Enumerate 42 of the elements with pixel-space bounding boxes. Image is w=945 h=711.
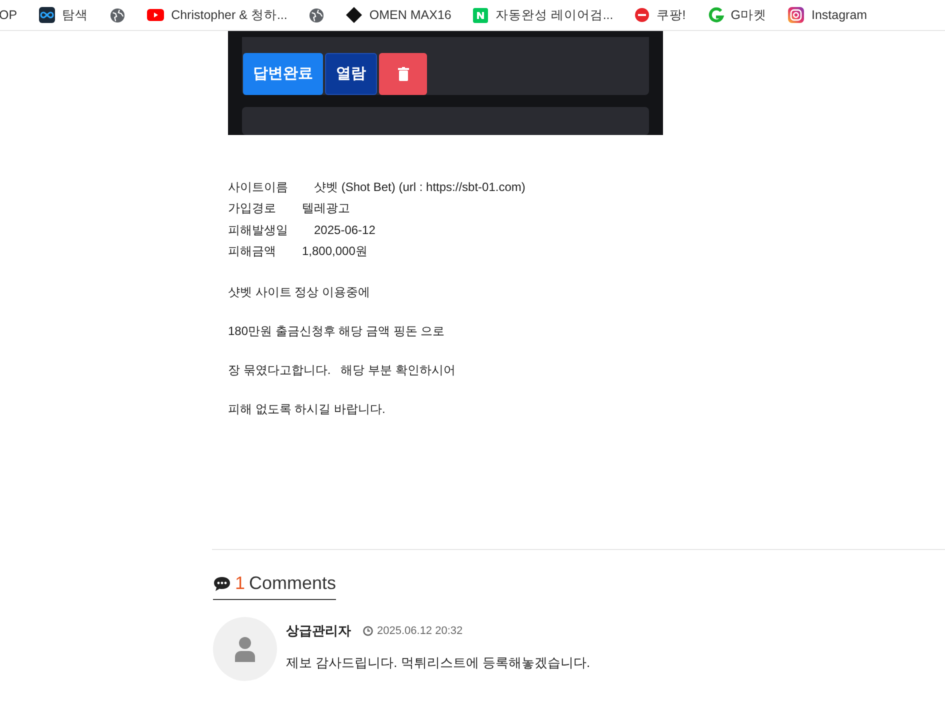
paragraph: 180만원 출금신청후 해당 금액 핑돈 으로: [228, 323, 446, 340]
info-value: 텔레광고: [302, 200, 350, 218]
user-silhouette-icon: [234, 636, 256, 662]
info-value: 1,800,000원: [302, 243, 368, 260]
paragraph: 샷벳 사이트 정상 이용중에: [228, 284, 372, 301]
bookmark[interactable]: [309, 8, 324, 22]
action-button[interactable]: 답변완료: [243, 53, 323, 95]
trash-icon: [398, 67, 408, 81]
bookmark[interactable]: Christopher & 청하...: [147, 6, 288, 24]
dot-icon: [635, 8, 650, 22]
comments-label: Comments: [249, 572, 336, 595]
info-label: 피해발생일: [228, 222, 289, 239]
bookmark[interactable]: Instagram: [788, 6, 868, 24]
paragraph: 피해 없도록 하시길 바랍니다.: [228, 401, 386, 418]
infinity-icon: [39, 7, 56, 23]
info-label: 사이트이름: [228, 178, 289, 196]
info-label: 피해금액: [228, 243, 277, 260]
action-button[interactable]: 열람: [325, 53, 377, 95]
n-logo-icon: [473, 8, 488, 22]
clock-icon: [363, 626, 373, 636]
delete-button[interactable]: [379, 53, 427, 95]
comment-author: 상급관리자: [286, 622, 351, 640]
info-label: 가입경로: [228, 200, 277, 218]
play-icon: [147, 9, 164, 21]
comment-time: 2025.06.12 20:32: [377, 624, 463, 638]
camera-icon: [788, 7, 804, 23]
bookmark[interactable]: 탐색: [39, 6, 88, 24]
bookmark[interactable]: 자동완성 레이어검...: [473, 6, 614, 24]
speech-bubble-icon: [213, 576, 231, 592]
info-value: 샷벳 (Shot Bet) (url : https://sbt-01.com): [314, 178, 526, 196]
globe-icon: [309, 8, 324, 22]
comment-count: 1: [235, 572, 246, 595]
bookmark[interactable]: G마켓: [708, 6, 766, 24]
paragraph: 장 묶였다고합니다. 해당 부분 확인하시어: [228, 362, 456, 379]
bookmark[interactable]: [110, 8, 126, 22]
comment-text: 제보 감사드립니다. 먹튀리스트에 등록해놓겠습니다.: [286, 654, 590, 672]
globe-icon: [110, 8, 126, 22]
diamond-icon: [346, 7, 362, 23]
g-logo-icon: [708, 6, 724, 24]
bookmark[interactable]: OMEN MAX16: [346, 6, 452, 24]
bookmark[interactable]: 쿠팡!: [635, 6, 686, 24]
info-value: 2025-06-12: [314, 222, 376, 239]
